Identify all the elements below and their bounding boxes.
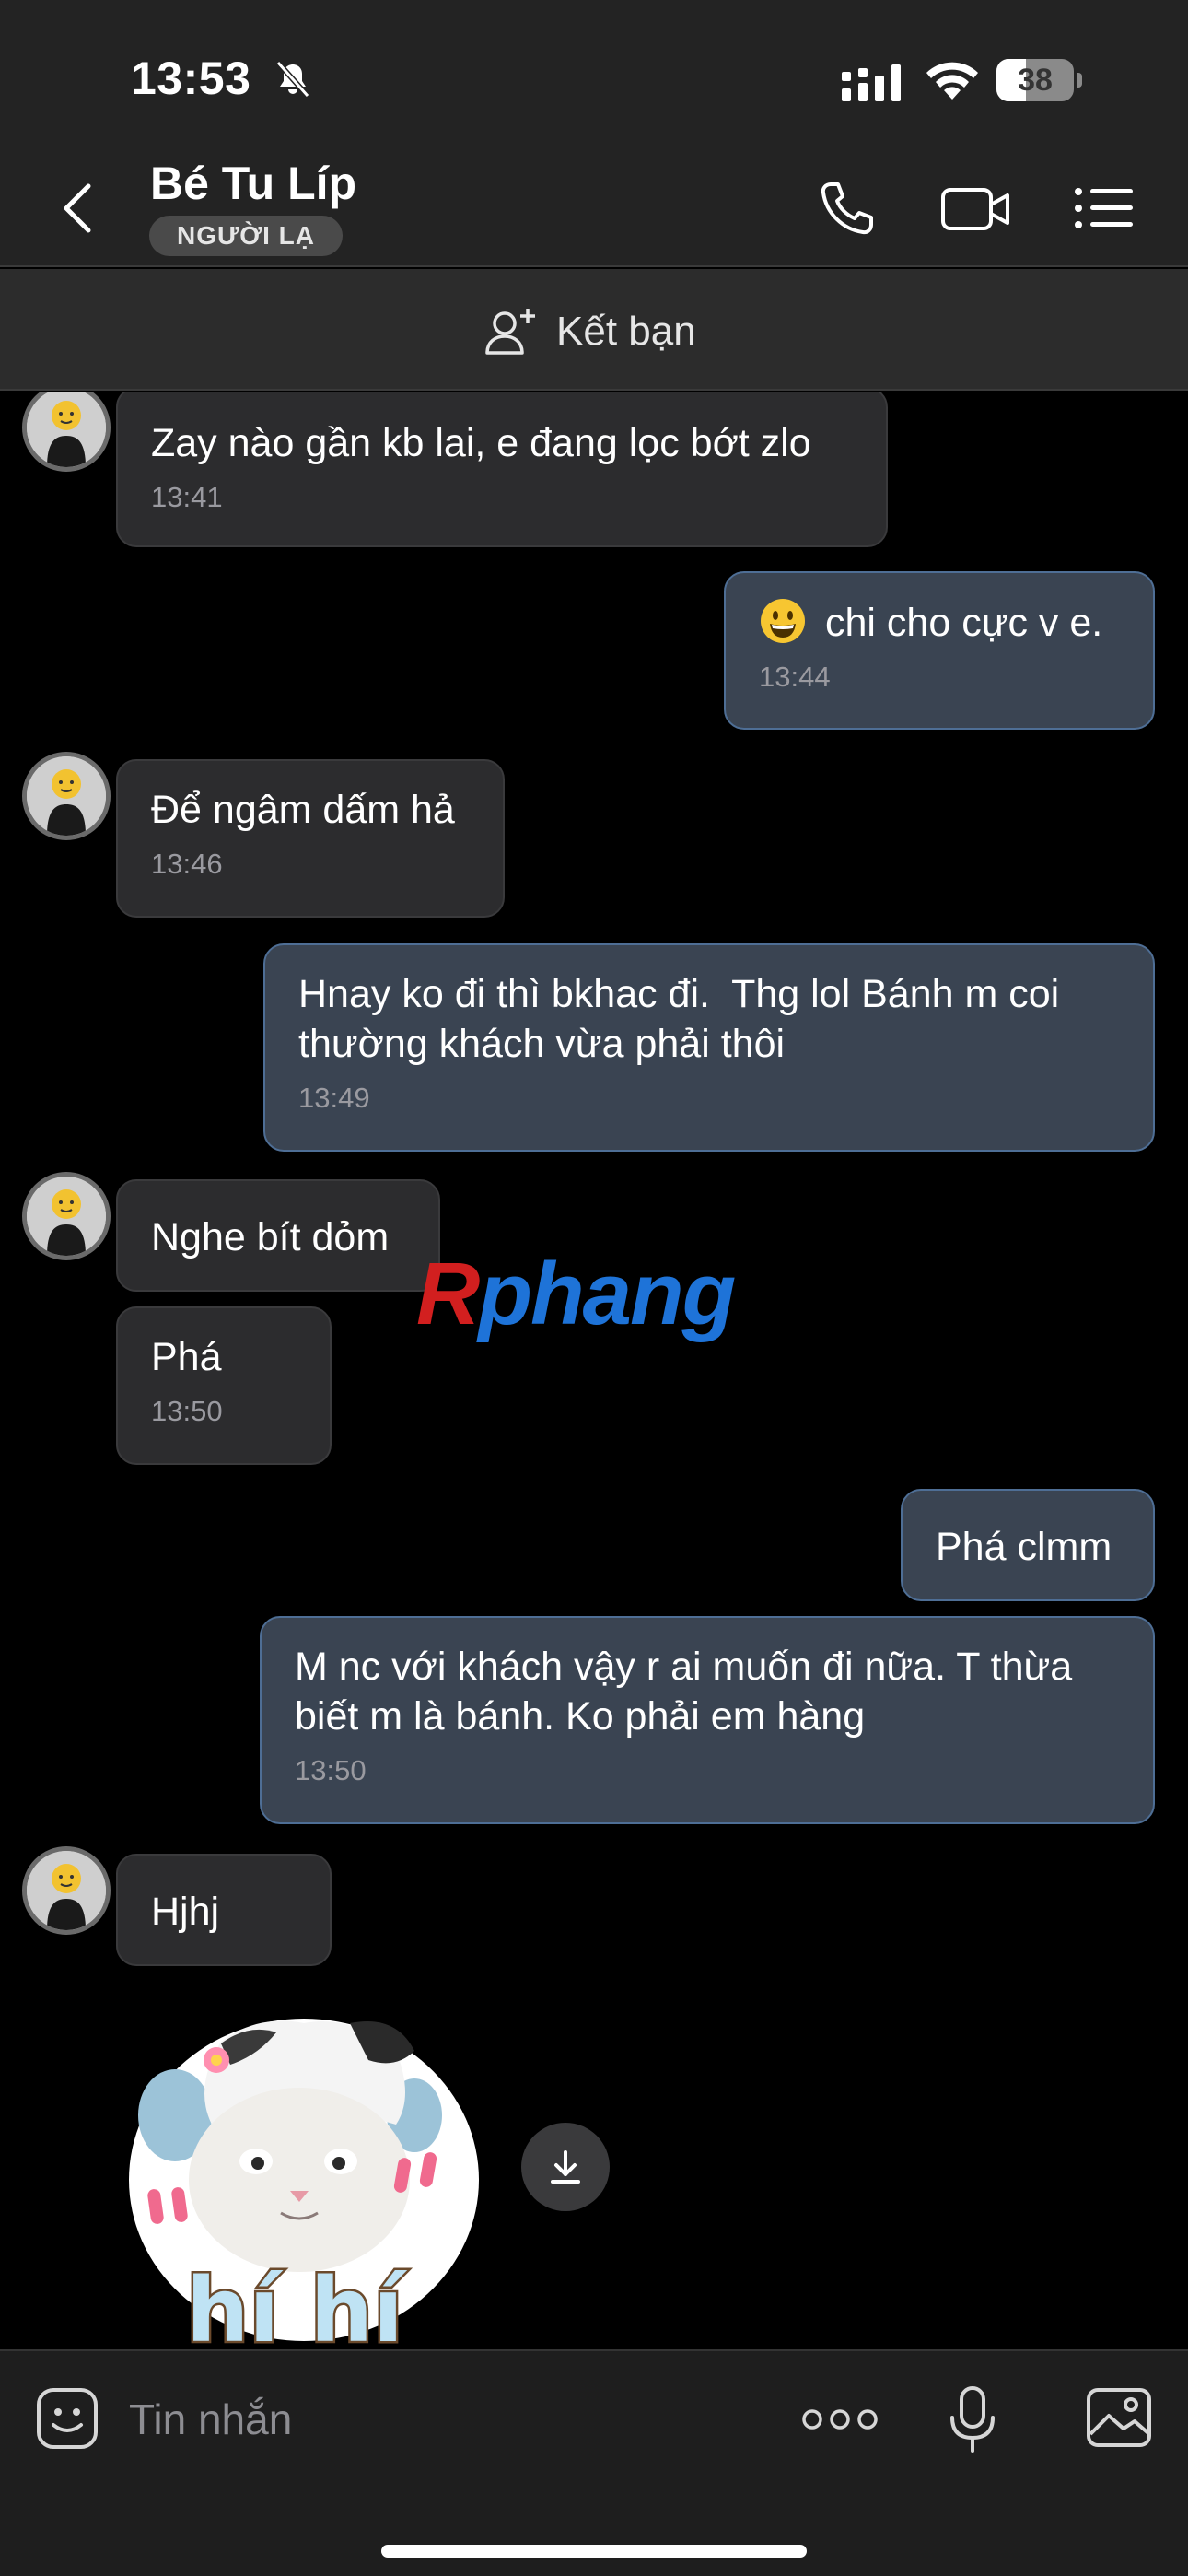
add-friend-label: Kết bạn [556,309,696,354]
message-bubble-outgoing[interactable]: Phá clmm [901,1489,1155,1601]
message-time: 13:41 [151,481,223,513]
download-sticker-button[interactable] [521,2123,610,2211]
cat-sticker[interactable]: hí hí [120,1986,488,2349]
status-bar: 13:53 38 [0,0,1188,138]
watermark: Rphang [416,1245,736,1343]
message-bubble-incoming[interactable]: Zay nào gần kb lai, e đang lọc bớt zlo 1… [116,392,888,547]
contact-avatar[interactable] [22,1172,111,1260]
message-bubble-incoming[interactable]: Phá 13:50 [116,1306,332,1465]
bell-muted-icon [275,61,310,98]
grinning-face-emoji-icon [761,599,805,643]
message-bubble-outgoing[interactable]: M nc với khách vậy r ai muốn đi nữa. T t… [260,1616,1155,1824]
message-time: 13:46 [151,848,223,880]
contact-avatar[interactable] [22,1846,111,1935]
message-composer [0,2349,1188,2576]
message-bubble-outgoing[interactable]: Hnay ko đi thì bkhac đi. Thg lol Bánh m … [263,943,1155,1152]
status-time: 13:53 [131,53,251,104]
message-time: 13:50 [151,1395,223,1427]
contact-name[interactable]: Bé Tu Líp [150,157,356,210]
photo-gallery-icon[interactable] [1085,2386,1153,2449]
stranger-badge: NGƯỜI LẠ [149,216,343,256]
wifi-icon [926,62,978,100]
message-text: Để ngâm dấm hả [151,788,455,832]
contact-avatar[interactable] [22,752,111,840]
cellular-signal-icon [842,64,901,101]
home-indicator[interactable] [381,2545,807,2558]
message-list[interactable]: Zay nào gần kb lai, e đang lọc bớt zlo 1… [0,392,1188,2349]
phone-call-icon[interactable] [818,179,877,238]
message-time: 13:49 [298,1082,370,1114]
add-friend-button[interactable]: Kết bạn [484,304,696,359]
message-text: Phá clmm [936,1525,1112,1569]
contact-avatar[interactable] [22,392,111,472]
add-friend-icon [485,309,535,355]
message-bubble-incoming[interactable]: Hjhj [116,1854,332,1966]
battery-level: 38 [1018,63,1053,98]
message-time: 13:50 [295,1754,367,1786]
back-arrow-icon[interactable] [57,181,98,236]
message-text: M nc với khách vậy r ai muốn đi nữa. T t… [295,1645,1073,1739]
message-text: Zay nào gần kb lai, e đang lọc bớt zlo [151,421,811,465]
add-friend-bar: Kết bạn [0,269,1188,391]
message-text: Phá [151,1335,222,1379]
message-bubble-outgoing[interactable]: chi cho cực v e. 13:44 [724,571,1155,730]
message-text: Hnay ko đi thì bkhac đi. Thg lol Bánh m … [298,972,1060,1066]
chat-options-menu-icon[interactable] [1074,179,1135,238]
message-text: Hjhj [151,1890,220,1934]
video-call-icon[interactable] [939,179,1013,238]
sticker-caption: hí hí [186,2259,408,2349]
more-options-icon[interactable] [801,2403,879,2436]
message-bubble-incoming[interactable]: Nghe bít dỏm [116,1179,440,1292]
message-bubble-incoming[interactable]: Để ngâm dấm hả 13:46 [116,759,505,918]
download-icon [551,2150,580,2184]
message-text: chi cho cực v e. [759,597,1120,648]
chat-header: Bé Tu Líp NGƯỜI LẠ [0,138,1188,267]
message-input[interactable] [129,2381,755,2458]
battery-icon: 38 [996,59,1082,101]
microphone-icon[interactable] [949,2384,996,2454]
message-time: 13:44 [759,661,831,693]
emoji-sticker-icon[interactable] [35,2386,99,2451]
message-text: Nghe bít dỏm [151,1215,390,1259]
